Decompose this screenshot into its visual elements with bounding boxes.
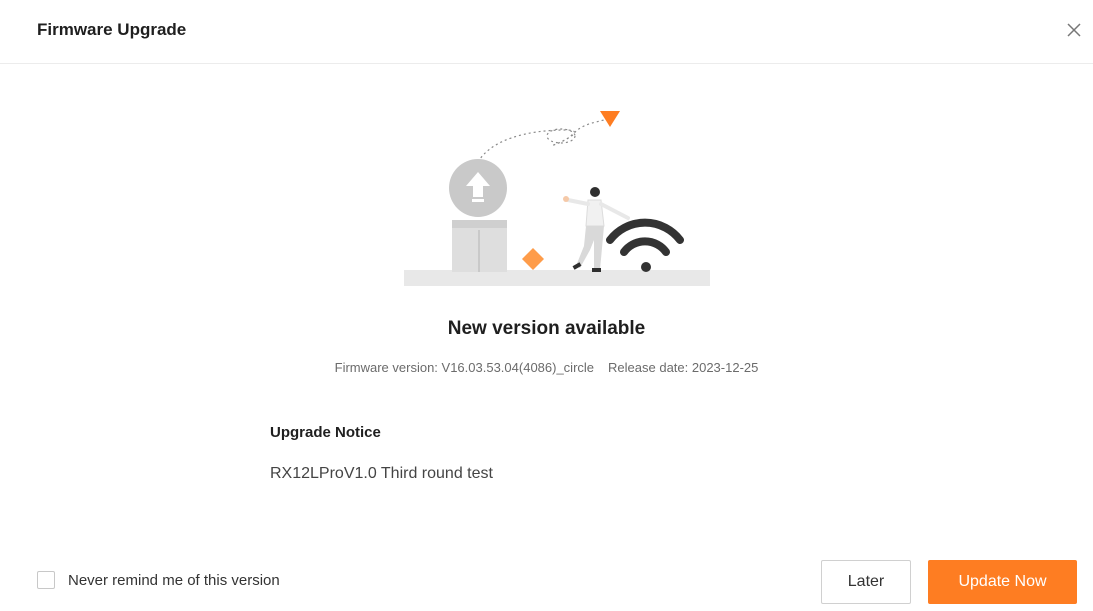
later-button[interactable]: Later	[821, 560, 911, 604]
never-remind-label: Never remind me of this version	[68, 571, 280, 589]
wifi-icon	[606, 218, 684, 272]
close-button[interactable]	[1064, 20, 1084, 40]
ground-shadow	[404, 270, 710, 286]
dotted-path	[477, 118, 609, 163]
dialog-header: Firmware Upgrade	[0, 0, 1093, 64]
upgrade-notice-title: Upgrade Notice	[270, 424, 381, 441]
upgrade-illustration	[396, 100, 716, 292]
version-meta: Firmware version: V16.03.53.04(4086)_cir…	[0, 360, 1093, 375]
never-remind-option[interactable]: Never remind me of this version	[37, 569, 280, 591]
dialog-title: Firmware Upgrade	[37, 20, 187, 39]
release-date-text: Release date: 2023-12-25	[608, 360, 759, 375]
close-icon	[1067, 23, 1081, 37]
orange-diamond	[522, 248, 544, 270]
never-remind-checkbox[interactable]	[37, 571, 55, 589]
firmware-version-text: Firmware version: V16.03.53.04(4086)_cir…	[334, 360, 595, 375]
upgrade-notice-body: RX12LProV1.0 Third round test	[270, 465, 493, 482]
new-version-heading: New version available	[447, 318, 646, 339]
update-now-button[interactable]: Update Now	[928, 560, 1077, 604]
firmware-upgrade-dialog: Firmware Upgrade New version available F…	[0, 0, 1093, 611]
orange-triangle	[600, 111, 620, 127]
